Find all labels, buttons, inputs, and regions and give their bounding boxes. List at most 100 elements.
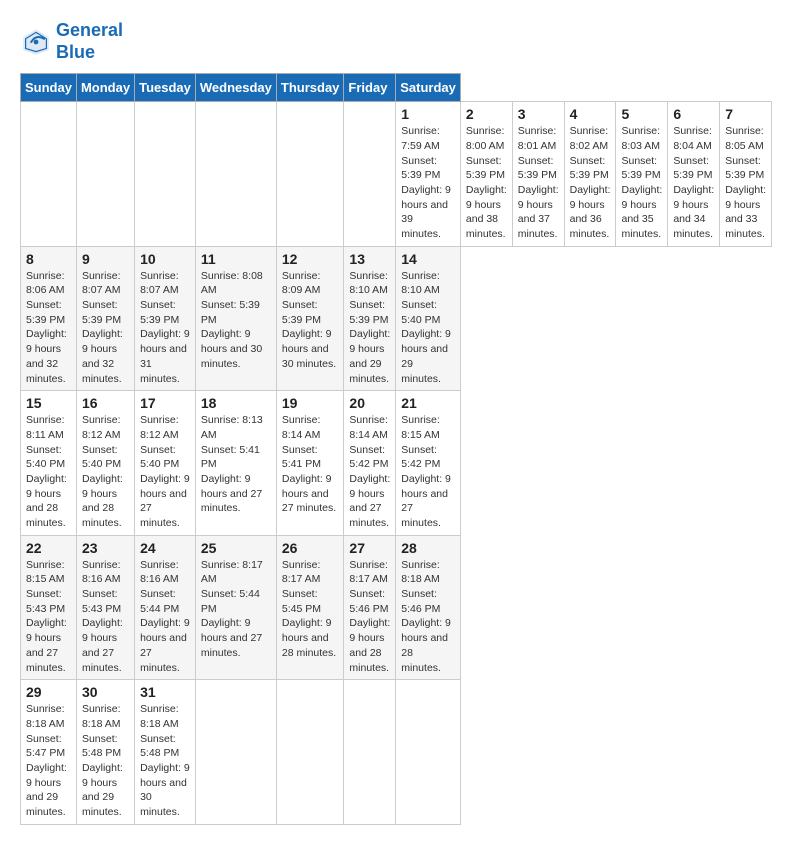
calendar-week-row: 15Sunrise: 8:11 AMSunset: 5:40 PMDayligh… — [21, 391, 772, 536]
day-info: Sunrise: 8:02 AMSunset: 5:39 PMDaylight:… — [570, 124, 611, 242]
day-number: 28 — [401, 540, 455, 556]
calendar-cell: 5 Sunrise: 8:03 AMSunset: 5:39 PMDaylight… — [616, 102, 668, 247]
day-info: Sunrise: 8:03 AMSunset: 5:39 PMDaylight:… — [621, 124, 662, 242]
day-info: Sunrise: 8:13 AMSunset: 5:41 PMDaylight:… — [201, 413, 271, 516]
calendar-cell: 16Sunrise: 8:12 AMSunset: 5:40 PMDayligh… — [76, 391, 134, 536]
calendar-cell: 21 Sunrise: 8:15 AMSunset: 5:42 PMDayligh… — [396, 391, 461, 536]
day-number: 6 — [673, 106, 714, 122]
calendar-cell: 27 Sunrise: 8:17 AMSunset: 5:46 PMDayligh… — [344, 535, 396, 680]
calendar-cell: 10 Sunrise: 8:07 AMSunset: 5:39 PMDayligh… — [135, 246, 196, 391]
day-info: Sunrise: 8:18 AMSunset: 5:46 PMDaylight:… — [401, 558, 455, 676]
calendar-cell: 8Sunrise: 8:06 AMSunset: 5:39 PMDaylight… — [21, 246, 77, 391]
day-number: 4 — [570, 106, 611, 122]
day-info: Sunrise: 8:16 AMSunset: 5:43 PMDaylight:… — [82, 558, 129, 676]
calendar-cell: 4 Sunrise: 8:02 AMSunset: 5:39 PMDaylight… — [564, 102, 616, 247]
calendar-cell — [21, 102, 77, 247]
day-header-tuesday: Tuesday — [135, 74, 196, 102]
calendar-cell: 17Sunrise: 8:12 AMSunset: 5:40 PMDayligh… — [135, 391, 196, 536]
calendar-cell: 26 Sunrise: 8:17 AMSunset: 5:45 PMDayligh… — [276, 535, 344, 680]
day-number: 9 — [82, 251, 129, 267]
day-info: Sunrise: 8:17 AMSunset: 5:45 PMDaylight:… — [282, 558, 339, 661]
day-info: Sunrise: 8:07 AMSunset: 5:39 PMDaylight:… — [82, 269, 129, 387]
day-info: Sunrise: 8:16 AMSunset: 5:44 PMDaylight:… — [140, 558, 190, 676]
calendar-cell — [195, 102, 276, 247]
calendar-header-row: SundayMondayTuesdayWednesdayThursdayFrid… — [21, 74, 772, 102]
day-info: Sunrise: 8:18 AMSunset: 5:47 PMDaylight:… — [26, 702, 71, 820]
day-header-wednesday: Wednesday — [195, 74, 276, 102]
calendar-cell — [76, 102, 134, 247]
day-number: 26 — [282, 540, 339, 556]
calendar-cell: 25 Sunrise: 8:17 AMSunset: 5:44 PMDayligh… — [195, 535, 276, 680]
calendar-cell — [396, 680, 461, 825]
calendar-cell: 29 Sunrise: 8:18 AMSunset: 5:47 PMDayligh… — [21, 680, 77, 825]
day-number: 18 — [201, 395, 271, 411]
day-info: Sunrise: 8:07 AMSunset: 5:39 PMDaylight:… — [140, 269, 190, 387]
day-number: 31 — [140, 684, 190, 700]
calendar-week-row: 22 Sunrise: 8:15 AMSunset: 5:43 PMDayligh… — [21, 535, 772, 680]
day-info: Sunrise: 8:17 AMSunset: 5:46 PMDaylight:… — [349, 558, 390, 676]
day-number: 24 — [140, 540, 190, 556]
calendar-week-row: 1 Sunrise: 7:59 AMSunset: 5:39 PMDaylight… — [21, 102, 772, 247]
day-header-saturday: Saturday — [396, 74, 461, 102]
day-number: 1 — [401, 106, 455, 122]
day-number: 21 — [401, 395, 455, 411]
day-number: 16 — [82, 395, 129, 411]
day-info: Sunrise: 8:10 AMSunset: 5:40 PMDaylight:… — [401, 269, 455, 387]
day-header-thursday: Thursday — [276, 74, 344, 102]
calendar-cell: 2Sunrise: 8:00 AMSunset: 5:39 PMDaylight… — [460, 102, 512, 247]
calendar-cell — [195, 680, 276, 825]
day-info: Sunrise: 7:59 AMSunset: 5:39 PMDaylight:… — [401, 124, 455, 242]
calendar-cell — [276, 680, 344, 825]
day-number: 8 — [26, 251, 71, 267]
calendar-cell: 28 Sunrise: 8:18 AMSunset: 5:46 PMDayligh… — [396, 535, 461, 680]
logo-icon — [20, 26, 52, 58]
day-info: Sunrise: 8:10 AMSunset: 5:39 PMDaylight:… — [349, 269, 390, 387]
day-number: 14 — [401, 251, 455, 267]
day-info: Sunrise: 8:14 AMSunset: 5:41 PMDaylight:… — [282, 413, 339, 516]
day-info: Sunrise: 8:18 AMSunset: 5:48 PMDaylight:… — [82, 702, 129, 820]
day-info: Sunrise: 8:14 AMSunset: 5:42 PMDaylight:… — [349, 413, 390, 531]
day-header-friday: Friday — [344, 74, 396, 102]
logo-text: General Blue — [56, 20, 123, 63]
calendar-cell — [276, 102, 344, 247]
day-number: 3 — [518, 106, 559, 122]
day-info: Sunrise: 8:11 AMSunset: 5:40 PMDaylight:… — [26, 413, 71, 531]
calendar-cell — [344, 680, 396, 825]
calendar-cell: 20 Sunrise: 8:14 AMSunset: 5:42 PMDayligh… — [344, 391, 396, 536]
calendar-cell: 1 Sunrise: 7:59 AMSunset: 5:39 PMDaylight… — [396, 102, 461, 247]
calendar-cell: 9 Sunrise: 8:07 AMSunset: 5:39 PMDaylight… — [76, 246, 134, 391]
day-info: Sunrise: 8:15 AMSunset: 5:43 PMDaylight:… — [26, 558, 71, 676]
calendar-cell: 31Sunrise: 8:18 AMSunset: 5:48 PMDayligh… — [135, 680, 196, 825]
calendar-cell: 11Sunrise: 8:08 AMSunset: 5:39 PMDayligh… — [195, 246, 276, 391]
calendar-cell: 3 Sunrise: 8:01 AMSunset: 5:39 PMDaylight… — [512, 102, 564, 247]
calendar-cell: 24 Sunrise: 8:16 AMSunset: 5:44 PMDayligh… — [135, 535, 196, 680]
calendar-cell: 12Sunrise: 8:09 AMSunset: 5:39 PMDayligh… — [276, 246, 344, 391]
day-info: Sunrise: 8:17 AMSunset: 5:44 PMDaylight:… — [201, 558, 271, 661]
day-number: 23 — [82, 540, 129, 556]
day-info: Sunrise: 8:00 AMSunset: 5:39 PMDaylight:… — [466, 124, 507, 242]
calendar-cell — [135, 102, 196, 247]
calendar-table: SundayMondayTuesdayWednesdayThursdayFrid… — [20, 73, 772, 825]
day-header-sunday: Sunday — [21, 74, 77, 102]
day-number: 25 — [201, 540, 271, 556]
calendar-week-row: 8Sunrise: 8:06 AMSunset: 5:39 PMDaylight… — [21, 246, 772, 391]
day-info: Sunrise: 8:12 AMSunset: 5:40 PMDaylight:… — [140, 413, 190, 531]
day-number: 20 — [349, 395, 390, 411]
calendar-cell: 13Sunrise: 8:10 AMSunset: 5:39 PMDayligh… — [344, 246, 396, 391]
day-info: Sunrise: 8:01 AMSunset: 5:39 PMDaylight:… — [518, 124, 559, 242]
day-info: Sunrise: 8:04 AMSunset: 5:39 PMDaylight:… — [673, 124, 714, 242]
day-number: 5 — [621, 106, 662, 122]
day-number: 10 — [140, 251, 190, 267]
calendar-week-row: 29 Sunrise: 8:18 AMSunset: 5:47 PMDayligh… — [21, 680, 772, 825]
calendar-cell — [344, 102, 396, 247]
day-number: 30 — [82, 684, 129, 700]
day-number: 22 — [26, 540, 71, 556]
day-info: Sunrise: 8:15 AMSunset: 5:42 PMDaylight:… — [401, 413, 455, 531]
day-info: Sunrise: 8:05 AMSunset: 5:39 PMDaylight:… — [725, 124, 766, 242]
day-number: 27 — [349, 540, 390, 556]
day-number: 29 — [26, 684, 71, 700]
calendar-cell: 18 Sunrise: 8:13 AMSunset: 5:41 PMDayligh… — [195, 391, 276, 536]
calendar-cell: 19Sunrise: 8:14 AMSunset: 5:41 PMDayligh… — [276, 391, 344, 536]
calendar-cell: 6 Sunrise: 8:04 AMSunset: 5:39 PMDaylight… — [668, 102, 720, 247]
calendar-cell: 14 Sunrise: 8:10 AMSunset: 5:40 PMDayligh… — [396, 246, 461, 391]
